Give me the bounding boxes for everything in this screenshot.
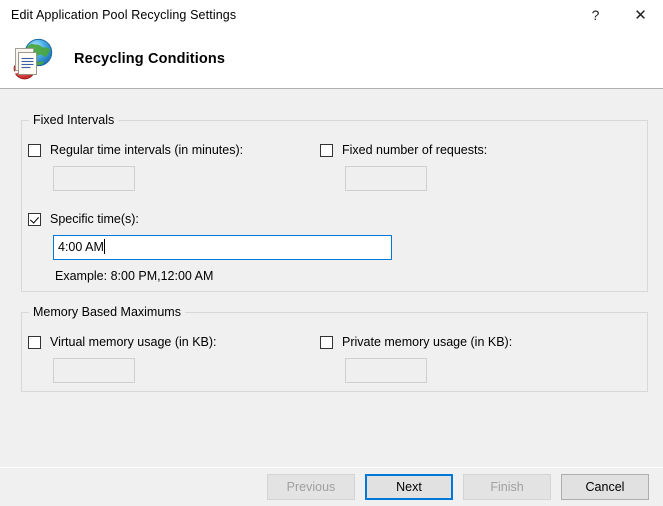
help-question-icon: ? (592, 8, 600, 22)
group-fixed-intervals: Fixed Intervals Regular time intervals (… (21, 120, 648, 292)
hint-specific-times-example: Example: 8:00 PM,12:00 AM (55, 269, 392, 283)
dialog-content: Fixed Intervals Regular time intervals (… (0, 89, 663, 467)
checkbox-row-private-memory-usage[interactable]: Private memory usage (in KB): (320, 334, 512, 350)
input-virtual-memory-usage (53, 358, 135, 383)
label-virtual-memory-usage: Virtual memory usage (in KB): (50, 334, 217, 350)
window-title: Edit Application Pool Recycling Settings (0, 0, 236, 30)
title-bar: Edit Application Pool Recycling Settings… (0, 0, 663, 30)
web-recycling-globe-icon (9, 36, 57, 84)
edit-application-pool-recycling-settings-dialog: Edit Application Pool Recycling Settings… (0, 0, 663, 506)
close-button[interactable]: ✕ (618, 0, 663, 30)
field-virtual-memory-usage: Virtual memory usage (in KB): (28, 334, 217, 383)
field-private-memory-usage: Private memory usage (in KB): (320, 334, 512, 383)
checkbox-specific-times[interactable] (28, 213, 41, 226)
field-fixed-number-of-requests: Fixed number of requests: (320, 142, 487, 191)
input-specific-times-value: 4:00 AM (58, 240, 104, 254)
label-fixed-number-of-requests: Fixed number of requests: (342, 142, 487, 158)
checkbox-row-virtual-memory-usage[interactable]: Virtual memory usage (in KB): (28, 334, 217, 350)
checkbox-row-fixed-number-of-requests[interactable]: Fixed number of requests: (320, 142, 487, 158)
checkbox-fixed-number-of-requests[interactable] (320, 144, 333, 157)
close-icon: ✕ (634, 8, 647, 23)
page-title: Recycling Conditions (74, 51, 225, 67)
checkbox-row-specific-times[interactable]: Specific time(s): (28, 211, 392, 227)
group-memory-based-maximums: Memory Based Maximums Virtual memory usa… (21, 312, 648, 392)
dialog-header: Recycling Conditions (0, 30, 663, 89)
finish-button[interactable]: Finish (463, 474, 551, 500)
help-button[interactable]: ? (573, 0, 618, 30)
group-fixed-intervals-legend: Fixed Intervals (29, 113, 118, 127)
window-controls: ? ✕ (573, 0, 663, 30)
checkbox-regular-time-intervals[interactable] (28, 144, 41, 157)
field-specific-times: Specific time(s): 4:00 AM Example: 8:00 … (28, 211, 392, 283)
cancel-button[interactable]: Cancel (561, 474, 649, 500)
checkbox-virtual-memory-usage[interactable] (28, 336, 41, 349)
group-memory-based-maximums-legend: Memory Based Maximums (29, 305, 185, 319)
next-button[interactable]: Next (365, 474, 453, 500)
checkbox-row-regular-time-intervals[interactable]: Regular time intervals (in minutes): (28, 142, 243, 158)
text-caret (104, 239, 105, 254)
input-fixed-number-of-requests (345, 166, 427, 191)
previous-button[interactable]: Previous (267, 474, 355, 500)
label-regular-time-intervals: Regular time intervals (in minutes): (50, 142, 243, 158)
input-regular-time-intervals (53, 166, 135, 191)
input-specific-times[interactable]: 4:00 AM (53, 235, 392, 260)
label-private-memory-usage: Private memory usage (in KB): (342, 334, 512, 350)
dialog-footer: Previous Next Finish Cancel (0, 467, 663, 506)
input-private-memory-usage (345, 358, 427, 383)
field-regular-time-intervals: Regular time intervals (in minutes): (28, 142, 243, 191)
checkbox-private-memory-usage[interactable] (320, 336, 333, 349)
label-specific-times: Specific time(s): (50, 211, 139, 227)
